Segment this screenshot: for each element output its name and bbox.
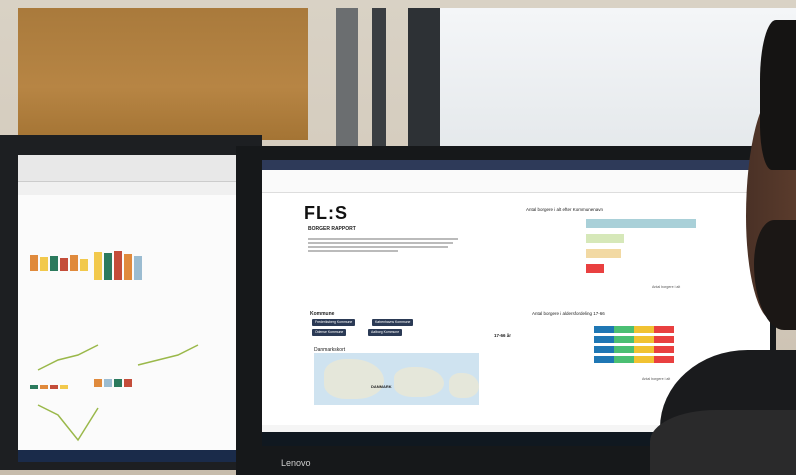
left-screen xyxy=(18,155,248,450)
person-silhouette xyxy=(650,20,796,475)
map-country-label: DANMARK xyxy=(371,384,392,389)
mini-bar-chart xyxy=(30,255,88,271)
mini-line-charts xyxy=(37,344,199,371)
mini-bar-chart xyxy=(94,379,132,387)
left-report-page xyxy=(18,195,248,450)
monitor-brand: Lenovo xyxy=(281,458,311,468)
municipality-chip[interactable]: Københavns Kommune xyxy=(372,319,414,326)
report-logo: FL:S xyxy=(304,203,348,223)
chart2-title: Antal borgere i aldersfordeling 17-66 xyxy=(532,311,605,316)
municipality-chip[interactable]: Frederiksberg Kommune xyxy=(312,319,356,326)
chart-title: Antal borgere i alt efter Kommunenavn xyxy=(526,207,604,212)
municipality-chip[interactable]: Odense Kommune xyxy=(312,329,347,336)
bar xyxy=(586,264,604,273)
left-taskbar xyxy=(18,450,248,462)
wood-panel xyxy=(18,8,308,140)
municipality-chip[interactable]: Aalborg Kommune xyxy=(368,329,403,336)
mini-bar-chart xyxy=(30,385,68,389)
denmark-map: DANMARK xyxy=(314,353,479,405)
report-intro-text xyxy=(308,236,468,254)
photo-scene: FL:S BORGER RAPPORT Kommune Frederiksber… xyxy=(0,0,796,475)
age-label: 17-66 år xyxy=(494,333,512,338)
mini-line-chart xyxy=(37,404,99,442)
report-title: BORGER RAPPORT xyxy=(308,226,356,232)
browser-bar xyxy=(18,155,248,182)
bar xyxy=(586,234,624,243)
mini-bar-chart xyxy=(94,251,142,280)
bar xyxy=(586,249,621,258)
filter-label: Kommune xyxy=(310,311,335,317)
